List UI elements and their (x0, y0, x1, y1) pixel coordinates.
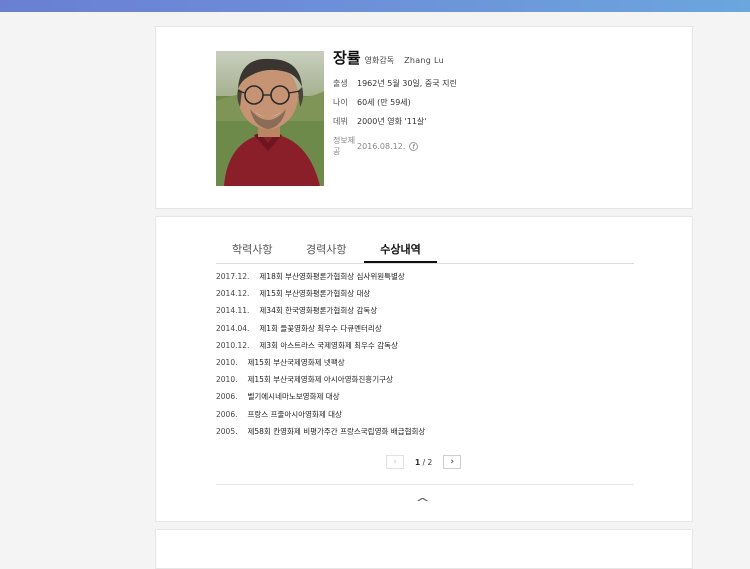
award-title: 제15회 부산국제영화제 넷팩상 (247, 357, 345, 367)
list-item: 2006. 벨기에시네마노보영화제 대상 (216, 392, 425, 409)
source-value: 2016.08.12. f (357, 135, 419, 157)
info-value: 2000년 영화 '11살' (357, 117, 427, 126)
info-row-birth: 출생 1962년 5월 30일, 중국 지린 (333, 78, 457, 89)
info-row-source: 정보제공 2016.08.12. f (333, 135, 457, 157)
list-item: 2014.12. 제15회 부산영화평론가협회상 대상 (216, 289, 425, 306)
award-title: 제18회 부산영화평론가협회상 심사위원특별상 (259, 272, 405, 281)
tab-awards[interactable]: 수상내역 (364, 241, 437, 263)
award-date: 2017.12. (216, 272, 250, 281)
profile-photo (216, 51, 324, 186)
award-date: 2005. (216, 426, 238, 436)
name-line: 장률 영화감독 Zhang Lu (333, 47, 457, 68)
profile-info: 장률 영화감독 Zhang Lu 출생 1962년 5월 30일, 중국 지린 … (333, 47, 457, 165)
awards-list: 2017.12. 제18회 부산영화평론가협회상 심사위원특별상 2014.12.… (216, 272, 425, 444)
info-value: 1962년 5월 30일, 중국 지린 (357, 79, 457, 88)
info-label: 데뷔 (333, 117, 348, 126)
tab-education[interactable]: 학력사항 (232, 241, 272, 263)
list-item: 2017.12. 제18회 부산영화평론가협회상 심사위원특별상 (216, 272, 425, 289)
next-page-button[interactable]: › (443, 455, 462, 469)
award-date: 2014.11. (216, 306, 250, 316)
award-title: 제15회 부산국제영화제 아시아영화진흥기구상 (247, 375, 393, 385)
next-card (155, 529, 693, 569)
page-indicator: 1 / 2 (415, 458, 432, 467)
award-date: 2014.04. (216, 323, 250, 333)
career-tabs: 학력사항 경력사항 수상내역 (216, 235, 634, 264)
page-separator: / (420, 457, 428, 467)
person-name-en: Zhang Lu (404, 56, 444, 65)
top-gradient-bar (0, 0, 750, 12)
source-label: 정보제공 (333, 136, 356, 156)
info-value: 60세 (만 59세) (357, 98, 411, 107)
profile-photo-image (216, 51, 324, 186)
award-title: 제15회 부산영화평론가협회상 대상 (259, 289, 371, 299)
award-date: 2006. (216, 409, 238, 419)
info-row-debut: 데뷔 2000년 영화 '11살' (333, 116, 457, 127)
divider (216, 484, 634, 485)
info-label: 나이 (333, 98, 348, 107)
person-role: 영화감독 (364, 56, 395, 65)
list-item: 2014.11. 제34회 한국영화평론가협회상 감독상 (216, 306, 425, 323)
profile-card: 장률 영화감독 Zhang Lu 출생 1962년 5월 30일, 중국 지린 … (155, 26, 693, 209)
award-title: 프랑스 프줄아시아영화제 대상 (247, 409, 342, 419)
award-date: 2010. (216, 375, 238, 385)
award-title: 제58회 칸영화제 비평가주간 프랑스국립영화 배급협회상 (247, 426, 426, 436)
pagination: ‹ 1 / 2 › (386, 455, 462, 469)
total-pages: 2 (427, 457, 433, 467)
award-title: 제34회 한국영화평론가협회상 감독상 (259, 306, 378, 316)
info-label: 출생 (333, 79, 348, 88)
list-item: 2005. 제58회 칸영화제 비평가주간 프랑스국립영화 배급협회상 (216, 427, 425, 444)
list-item: 2014.04. 제1회 들꽃영화상 최우수 다큐멘터리상 (216, 324, 425, 341)
tab-career[interactable]: 경력사항 (306, 241, 346, 263)
list-item: 2006. 프랑스 프줄아시아영화제 대상 (216, 410, 425, 427)
list-item: 2010. 제15회 부산국제영화제 넷팩상 (216, 358, 425, 375)
person-name: 장률 (333, 49, 361, 67)
award-date: 2014.12. (216, 289, 250, 299)
list-item: 2010.12. 제3회 아스트라스 국제영화제 최우수 감독상 (216, 341, 425, 358)
source-date: 2016.08.12. (357, 141, 406, 151)
award-date: 2010.12. (216, 340, 250, 350)
facebook-icon[interactable]: f (409, 141, 419, 151)
award-title: 제3회 아스트라스 국제영화제 최우수 감독상 (259, 340, 398, 350)
list-item: 2010. 제15회 부산국제영화제 아시아영화진흥기구상 (216, 375, 425, 392)
prev-page-button[interactable]: ‹ (386, 455, 404, 469)
career-card: 학력사항 경력사항 수상내역 2017.12. 제18회 부산영화평론가협회상 심… (155, 216, 693, 522)
award-date: 2006. (216, 392, 238, 402)
award-title: 벨기에시네마노보영화제 대상 (247, 392, 340, 402)
info-row-age: 나이 60세 (만 59세) (333, 97, 457, 108)
award-title: 제1회 들꽃영화상 최우수 다큐멘터리상 (259, 323, 382, 333)
collapse-chevron-up-icon[interactable]: ^ (415, 496, 430, 509)
award-date: 2010. (216, 357, 238, 367)
